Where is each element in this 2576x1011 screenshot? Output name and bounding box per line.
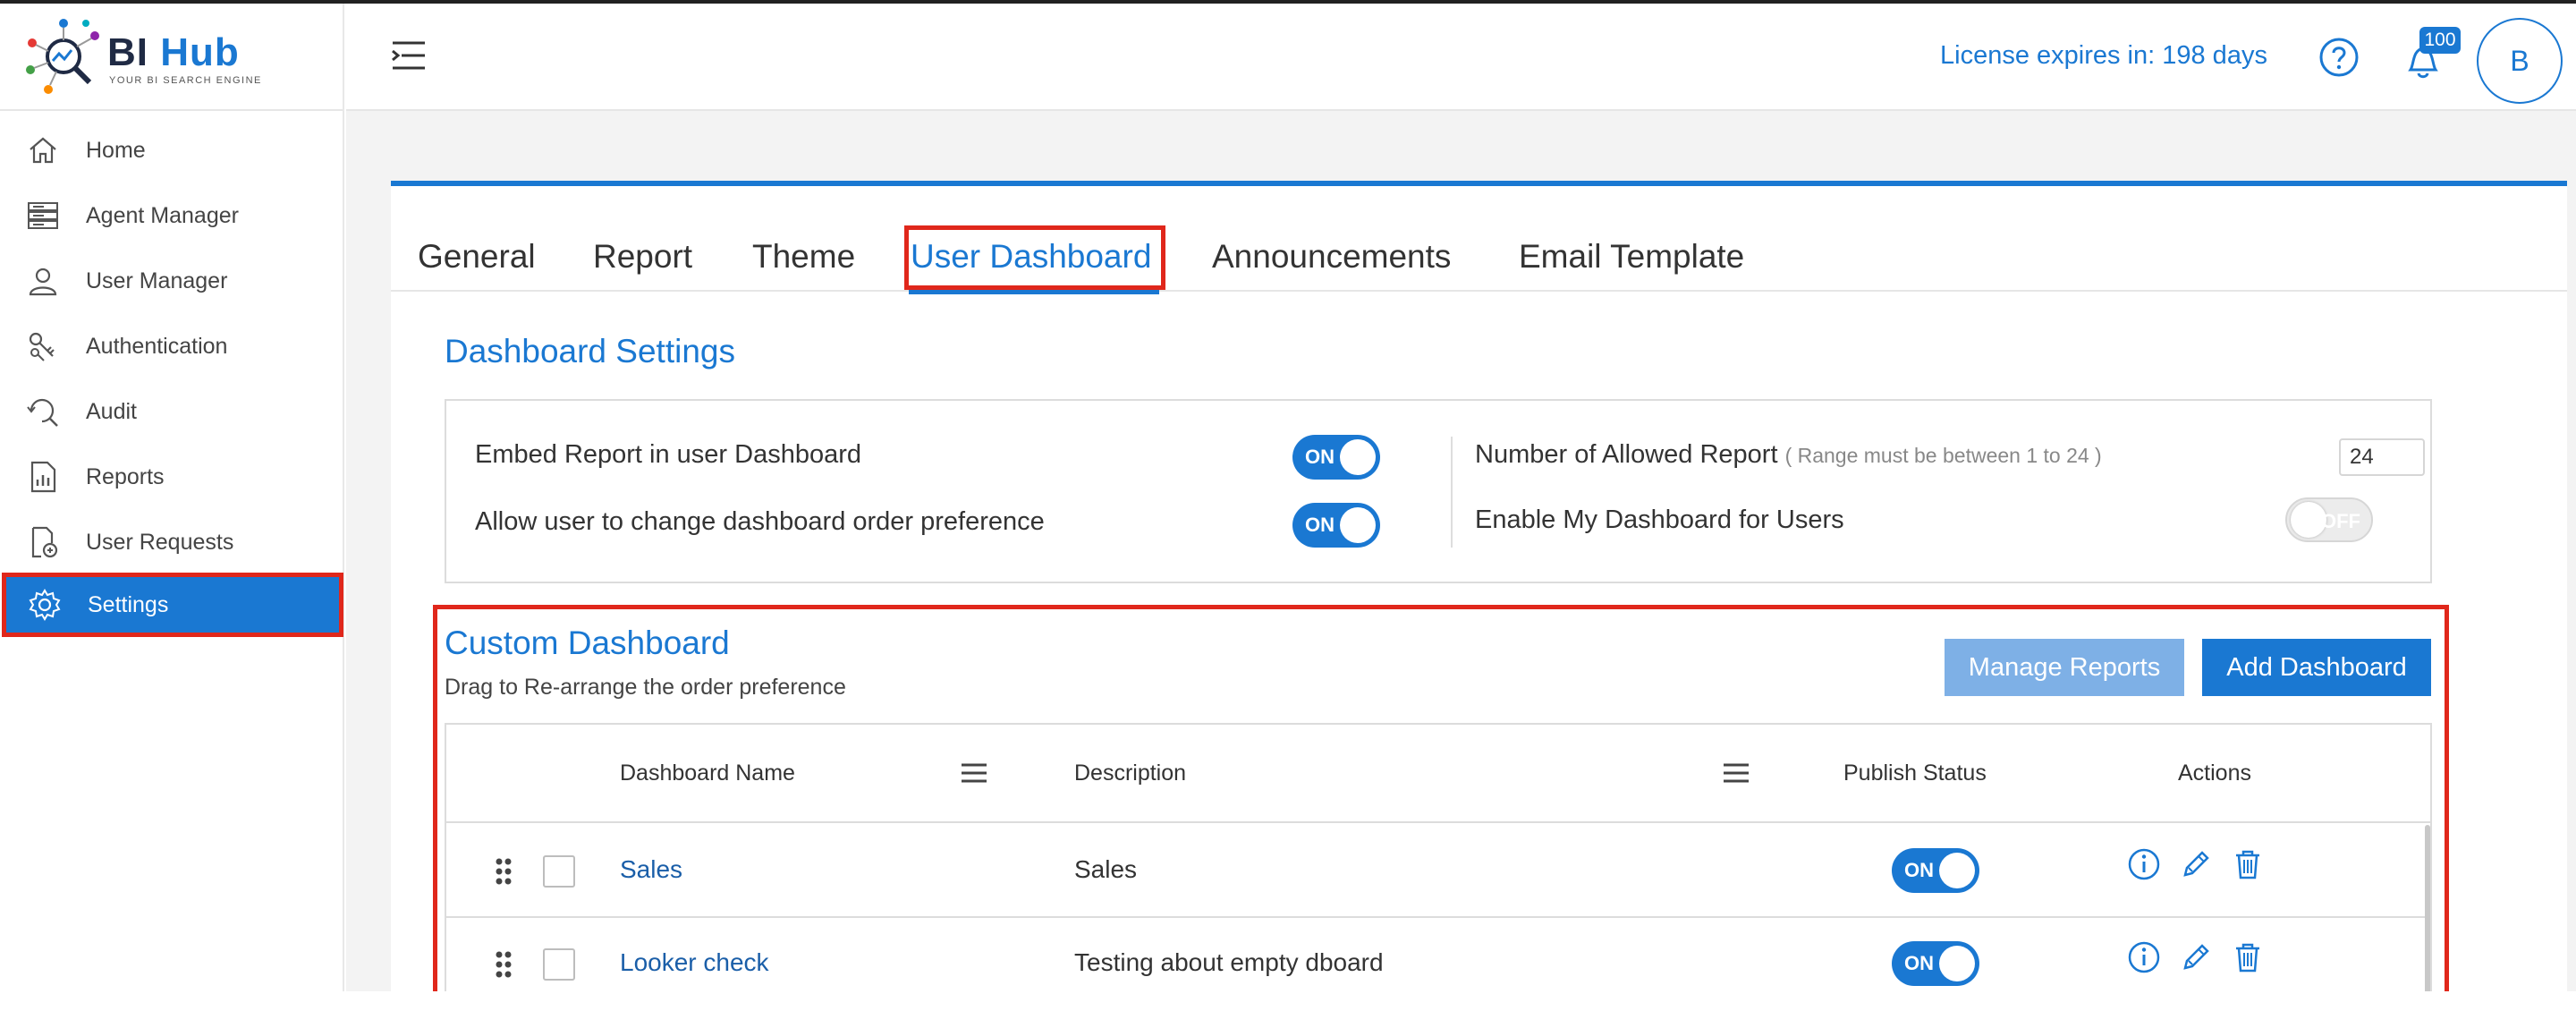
settings-divider bbox=[1451, 437, 1453, 548]
tab-theme[interactable]: Theme bbox=[752, 238, 855, 276]
sidebar-item-label: Home bbox=[86, 137, 146, 163]
logo-network-icon bbox=[26, 19, 99, 94]
sidebar-item-user-requests[interactable]: User Requests bbox=[0, 510, 344, 574]
toggle-state-label: OFF bbox=[2321, 510, 2360, 532]
sidebar-item-authentication[interactable]: Authentication bbox=[0, 314, 344, 378]
active-tab-highlight bbox=[904, 225, 1165, 290]
allowed-report-label-text: Number of Allowed Report bbox=[1475, 440, 1778, 469]
sidebar: BI Hub YOUR BI SEARCH ENGINE Home Agent … bbox=[0, 4, 344, 991]
allowed-report-hint: ( Range must be between 1 to 24 ) bbox=[1784, 444, 2102, 467]
license-expiry-text: License expires in: 198 days bbox=[1940, 41, 2267, 70]
settings-tabs: General Report Theme User Dashboard Anno… bbox=[391, 233, 2567, 292]
dashboard-settings-box: Embed Report in user Dashboard ON Allow … bbox=[445, 399, 2432, 583]
sidebar-item-label: User Requests bbox=[86, 529, 234, 555]
home-icon bbox=[25, 132, 61, 168]
sidebar-item-label: Agent Manager bbox=[86, 202, 239, 228]
tab-general[interactable]: General bbox=[418, 238, 536, 276]
order-preference-toggle[interactable]: ON bbox=[1292, 503, 1380, 548]
tab-announcements[interactable]: Announcements bbox=[1212, 238, 1451, 276]
toggle-knob bbox=[1340, 439, 1376, 475]
top-header: License expires in: 198 days 100 B bbox=[346, 4, 2576, 111]
help-icon[interactable] bbox=[2318, 36, 2360, 79]
tab-email-template[interactable]: Email Template bbox=[1519, 238, 1744, 276]
allowed-report-input[interactable] bbox=[2339, 438, 2425, 476]
sidebar-item-settings[interactable]: Settings bbox=[2, 573, 343, 637]
sidebar-item-audit[interactable]: Audit bbox=[0, 379, 344, 444]
toggle-state-label: ON bbox=[1305, 514, 1335, 536]
active-tab-underline bbox=[909, 290, 1159, 294]
toggle-knob bbox=[1340, 507, 1376, 543]
bottom-strip bbox=[0, 991, 2576, 1011]
dashboard-settings-title: Dashboard Settings bbox=[445, 333, 735, 370]
logo-tagline: YOUR BI SEARCH ENGINE bbox=[109, 75, 262, 86]
sidebar-item-label: Audit bbox=[86, 398, 137, 424]
sidebar-item-home[interactable]: Home bbox=[0, 118, 344, 183]
sidebar-item-label: Reports bbox=[86, 463, 165, 489]
allowed-report-label: Number of Allowed Report ( Range must be… bbox=[1475, 440, 2102, 470]
order-preference-label: Allow user to change dashboard order pre… bbox=[475, 507, 1045, 536]
user-avatar[interactable]: B bbox=[2477, 18, 2563, 104]
enable-my-dashboard-label: Enable My Dashboard for Users bbox=[1475, 506, 1844, 534]
user-icon bbox=[25, 263, 61, 299]
toggle-state-label: ON bbox=[1305, 446, 1335, 468]
logo-wordmark: BI Hub bbox=[107, 30, 240, 74]
notification-count-badge: 100 bbox=[2419, 27, 2461, 54]
enable-my-dashboard-toggle[interactable]: OFF bbox=[2285, 497, 2373, 542]
sidebar-item-label: Settings bbox=[88, 591, 169, 617]
logo[interactable]: BI Hub YOUR BI SEARCH ENGINE bbox=[0, 4, 343, 111]
keys-icon bbox=[25, 328, 61, 364]
custom-dashboard-highlight bbox=[433, 605, 2449, 1011]
menu-collapse-icon[interactable] bbox=[389, 36, 428, 75]
embed-report-label: Embed Report in user Dashboard bbox=[475, 440, 862, 469]
sidebar-item-label: Authentication bbox=[86, 333, 228, 359]
request-document-icon bbox=[25, 524, 61, 560]
embed-report-toggle[interactable]: ON bbox=[1292, 435, 1380, 480]
sidebar-item-reports[interactable]: Reports bbox=[0, 445, 344, 509]
sidebar-item-agent-manager[interactable]: Agent Manager bbox=[0, 183, 344, 248]
gear-icon bbox=[27, 587, 63, 623]
tab-report[interactable]: Report bbox=[593, 238, 692, 276]
sidebar-item-user-manager[interactable]: User Manager bbox=[0, 249, 344, 313]
report-chart-icon bbox=[25, 459, 61, 495]
server-icon bbox=[25, 198, 61, 234]
sidebar-item-label: User Manager bbox=[86, 268, 228, 293]
audit-search-icon bbox=[25, 394, 61, 429]
